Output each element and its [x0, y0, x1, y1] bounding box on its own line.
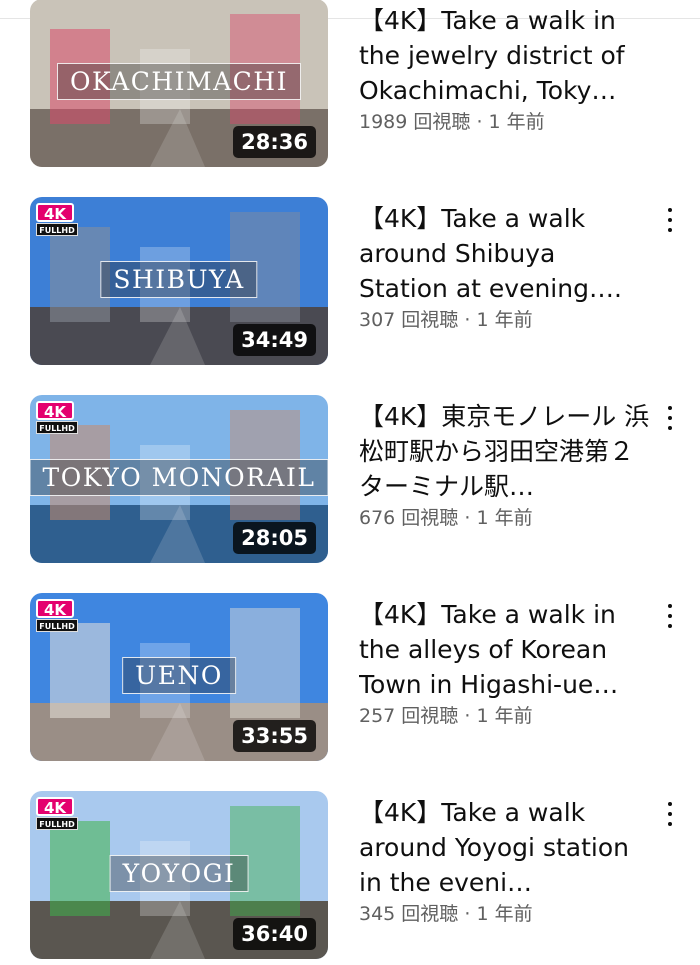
upload-age: 1 年前	[476, 309, 533, 331]
video-metadata: 307 回視聴 · 1 年前	[359, 305, 533, 332]
upload-age: 1 年前	[488, 111, 545, 133]
4k-fullhd-badge: 4K FULLHD	[36, 203, 80, 237]
badge-fullhd-label: FULLHD	[36, 421, 78, 434]
more-options-icon[interactable]	[658, 601, 682, 631]
video-title[interactable]: 【4K】Take a walk in the alleys of Korean …	[359, 597, 651, 702]
video-metadata: 345 回視聴 · 1 年前	[359, 899, 533, 926]
upload-age: 1 年前	[476, 903, 533, 925]
more-options-icon[interactable]	[658, 403, 682, 433]
4k-fullhd-badge: 4K FULLHD	[36, 401, 80, 435]
more-options-icon[interactable]	[658, 205, 682, 235]
thumbnail-caption: UENO	[122, 657, 236, 694]
video-thumbnail[interactable]: 4K FULLHD TOKYO MONORAIL 28:05	[30, 395, 328, 563]
video-title[interactable]: 【4K】Take a walk around Shibuya Station a…	[359, 201, 651, 306]
view-count: 1989 回視聴	[359, 111, 471, 133]
more-options-icon[interactable]	[658, 799, 682, 829]
view-count: 257 回視聴	[359, 705, 459, 727]
video-thumbnail[interactable]: OKACHIMACHI 28:36	[30, 0, 328, 167]
upload-age: 1 年前	[476, 705, 533, 727]
badge-4k-label: 4K	[36, 797, 74, 817]
upload-age: 1 年前	[476, 507, 533, 529]
video-metadata: 1989 回視聴 · 1 年前	[359, 107, 545, 134]
video-duration: 36:40	[233, 918, 316, 950]
view-count: 345 回視聴	[359, 903, 459, 925]
meta-separator: ·	[458, 903, 477, 925]
video-duration: 28:05	[233, 522, 316, 554]
4k-fullhd-badge: 4K FULLHD	[36, 797, 80, 831]
view-count: 676 回視聴	[359, 507, 459, 529]
badge-fullhd-label: FULLHD	[36, 223, 78, 236]
video-title[interactable]: 【4K】Take a walk in the jewelry district …	[359, 3, 651, 108]
video-title[interactable]: 【4K】Take a walk around Yoyogi station in…	[359, 795, 651, 900]
video-duration: 34:49	[233, 324, 316, 356]
badge-4k-label: 4K	[36, 203, 74, 223]
video-item[interactable]: 4K FULLHD TOKYO MONORAIL 28:05 【4K】東京モノレ…	[0, 395, 700, 565]
video-duration: 28:36	[233, 126, 316, 158]
video-thumbnail[interactable]: 4K FULLHD YOYOGI 36:40	[30, 791, 328, 959]
badge-fullhd-label: FULLHD	[36, 619, 78, 632]
video-duration: 33:55	[233, 720, 316, 752]
video-thumbnail[interactable]: 4K FULLHD UENO 33:55	[30, 593, 328, 761]
thumbnail-caption: SHIBUYA	[100, 261, 258, 298]
meta-separator: ·	[458, 507, 477, 529]
4k-fullhd-badge: 4K FULLHD	[36, 599, 80, 633]
video-item[interactable]: OKACHIMACHI 28:36 【4K】Take a walk in the…	[0, 0, 700, 169]
video-metadata: 676 回視聴 · 1 年前	[359, 503, 533, 530]
thumbnail-caption: YOYOGI	[109, 855, 249, 892]
badge-fullhd-label: FULLHD	[36, 817, 78, 830]
video-item[interactable]: 4K FULLHD UENO 33:55 【4K】Take a walk in …	[0, 593, 700, 763]
badge-4k-label: 4K	[36, 599, 74, 619]
video-title[interactable]: 【4K】東京モノレール 浜松町駅から羽田空港第２ターミナル駅…	[359, 399, 651, 504]
video-item[interactable]: 4K FULLHD SHIBUYA 34:49 【4K】Take a walk …	[0, 197, 700, 367]
meta-separator: ·	[470, 111, 489, 133]
video-metadata: 257 回視聴 · 1 年前	[359, 701, 533, 728]
meta-separator: ·	[458, 705, 477, 727]
video-thumbnail[interactable]: 4K FULLHD SHIBUYA 34:49	[30, 197, 328, 365]
meta-separator: ·	[458, 309, 477, 331]
badge-4k-label: 4K	[36, 401, 74, 421]
video-item[interactable]: 4K FULLHD YOYOGI 36:40 【4K】Take a walk a…	[0, 791, 700, 961]
view-count: 307 回視聴	[359, 309, 459, 331]
thumbnail-caption: OKACHIMACHI	[57, 63, 301, 100]
thumbnail-caption: TOKYO MONORAIL	[30, 459, 328, 496]
